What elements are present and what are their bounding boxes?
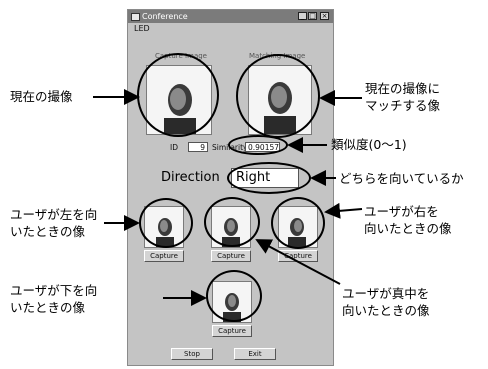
annotation-left: ユーザが左を向 いたときの像 — [10, 207, 98, 239]
annotation-down: ユーザが下を向 いたときの像 — [10, 283, 98, 315]
annotation-current-image: 現在の撮像 — [10, 89, 73, 104]
annotation-right: ユーザが右を 向いたときの像 — [364, 204, 452, 236]
annotation-similarity: 類似度(0～1) — [331, 137, 407, 152]
annotation-direction: どちらを向いているか — [339, 171, 464, 186]
annotation-center: ユーザが真中を 向いたときの像 — [342, 286, 430, 318]
annotation-matching-image: 現在の撮像に マッチする像 — [365, 81, 441, 113]
